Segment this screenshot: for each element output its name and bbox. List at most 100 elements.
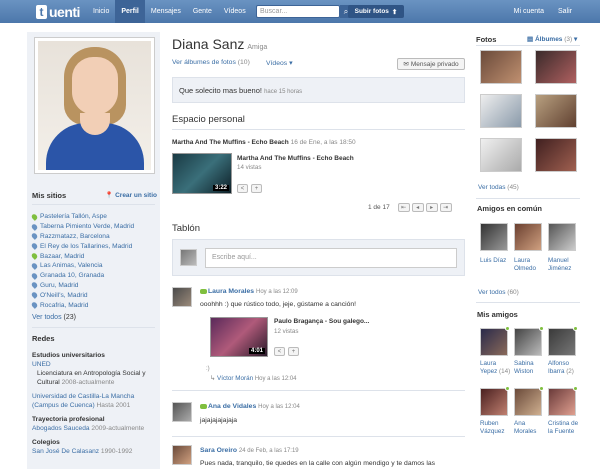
pin-icon: 📍 [105, 192, 114, 199]
post-author[interactable]: Laura Morales [208, 288, 254, 295]
avatar[interactable] [514, 388, 542, 416]
site-item[interactable]: O'Neill's, Madrid [30, 290, 157, 300]
pin-icon [30, 222, 39, 231]
friend-name[interactable]: Laura Yepez [480, 360, 497, 375]
upload-photos-button[interactable]: Subir fotos ⬆ [348, 5, 404, 18]
friend-name[interactable]: Ruben Vázquez [480, 420, 505, 435]
profile-name: Diana Sanz Amiga [172, 36, 268, 52]
logo-word: uenti [49, 3, 80, 20]
prev-page-button[interactable]: ◂ [411, 203, 424, 212]
reply-icon: ↳ [210, 375, 216, 382]
avatar[interactable] [548, 388, 576, 416]
avatar[interactable] [480, 223, 508, 251]
pin-icon [30, 232, 39, 241]
univ1-link[interactable]: UNED [32, 360, 157, 369]
site-item[interactable]: Taberna Pimiento Verde, Madrid [30, 222, 157, 232]
share-icon[interactable]: < [237, 184, 248, 193]
video-duration: 3:22 [212, 185, 229, 191]
sites-see-all[interactable]: Ver todos (23) [32, 314, 76, 321]
photo-thumbnail[interactable] [480, 50, 522, 84]
site-item[interactable]: Granada 10, Granada [30, 271, 157, 281]
board-input[interactable]: Escribe aquí... [205, 248, 457, 268]
logout-link[interactable]: Salir [558, 8, 572, 15]
avatar[interactable] [514, 328, 542, 356]
nav-mensajes[interactable]: Mensajes [145, 0, 187, 23]
photo-thumbnail[interactable] [480, 138, 522, 172]
pager-label: 1 de 17 [368, 204, 390, 211]
share-icon[interactable]: < [274, 347, 285, 356]
add-icon[interactable]: + [288, 347, 299, 356]
private-message-button[interactable]: ✉ Mensaje privado [397, 58, 465, 70]
post-text: Pues nada, tranquilo, tie quedes en la c… [200, 460, 436, 467]
post-author[interactable]: Ana de Vidales [208, 403, 256, 410]
profile-photo[interactable] [34, 37, 155, 174]
school1-link[interactable]: San José De Calasanz [32, 448, 99, 455]
friend-name[interactable]: Cristina de la Fuente [548, 420, 578, 435]
friend-name[interactable]: Manuel Jiménez [548, 257, 580, 273]
avatar[interactable] [548, 328, 576, 356]
first-page-button[interactable]: ⇤ [397, 203, 410, 212]
post-text: ooohhh :) que rústico todo, jeje, gústam… [200, 301, 357, 308]
albums-link[interactable]: Ver álbumes de fotos (10) [172, 59, 250, 66]
avatar[interactable] [514, 223, 542, 251]
post-header: Sara Oreiro 24 de Feb, a las 17:19 [200, 447, 299, 454]
my-account-link[interactable]: Mi cuenta [514, 8, 544, 15]
avatar[interactable] [172, 445, 192, 465]
post-author[interactable]: Sara Oreiro [200, 447, 237, 454]
site-item[interactable]: Rocafria, Madrid [30, 300, 157, 310]
avatar[interactable] [480, 328, 508, 356]
video-views: 14 vistas [237, 164, 262, 171]
next-page-button[interactable]: ▸ [425, 203, 438, 212]
albums-dropdown[interactable]: ▤ Álbumes (3) ▾ [527, 35, 577, 43]
pin-icon [30, 213, 39, 221]
photos-see-all[interactable]: Ver todas (45) [478, 184, 519, 191]
photo-thumbnail[interactable] [535, 94, 577, 128]
online-indicator-icon [505, 386, 510, 391]
logo-letter: t [36, 4, 47, 19]
nav-videos[interactable]: Vídeos [218, 0, 252, 23]
pin-icon [30, 281, 39, 290]
status-time: hace 15 horas [264, 89, 303, 95]
nav-inicio[interactable]: Inicio [87, 0, 115, 23]
avatar[interactable] [172, 402, 192, 422]
friend-count: (14) [497, 368, 511, 375]
my-sites-heading: Mis sitios [32, 191, 67, 200]
photo-thumbnail[interactable] [480, 94, 522, 128]
nav-perfil[interactable]: Perfil [115, 0, 145, 23]
site-item[interactable]: Bazaar, Madrid [30, 251, 157, 261]
online-indicator-icon [573, 326, 578, 331]
video-title[interactable]: Paulo Bragança - Sou galego... [274, 318, 369, 325]
common-friends-see-all[interactable]: Ver todos (60) [478, 289, 519, 296]
site-item[interactable]: El Rey de los Tallarines, Madrid [30, 241, 157, 251]
avatar[interactable] [480, 388, 508, 416]
last-page-button[interactable]: ⇥ [439, 203, 452, 212]
site-item[interactable]: Razzmatazz, Barcelona [30, 232, 157, 242]
create-site-link[interactable]: 📍 Crear un sitio [105, 191, 157, 200]
add-icon[interactable]: + [251, 184, 262, 193]
site-item[interactable]: Las Animas, Valencia [30, 261, 157, 271]
video-thumbnail[interactable]: 3:22 [172, 153, 232, 194]
friend-name[interactable]: Laura Olmedo [514, 257, 546, 273]
work1-link[interactable]: Abogados Sauceda [32, 425, 90, 432]
videos-dropdown[interactable]: Vídeos ▾ [266, 59, 292, 67]
nav-gente[interactable]: Gente [187, 0, 218, 23]
site-label: El Rey de los Tallarines, Madrid [40, 242, 133, 250]
friend-name[interactable]: Sabina Wiston [514, 360, 534, 375]
tuenti-logo[interactable]: t uenti [36, 3, 80, 20]
site-item[interactable]: Pastelería Tallón, Aspe [30, 212, 157, 222]
friend-name[interactable]: Luis Díaz [480, 257, 512, 265]
avatar[interactable] [548, 223, 576, 251]
friend-label: Laura Yepez (14) [480, 360, 513, 376]
site-item[interactable]: Guru, Madrid [30, 281, 157, 291]
video-title[interactable]: Martha And The Muffins - Echo Beach [237, 155, 354, 162]
chevron-down-icon: ▾ [574, 36, 578, 43]
my-friends-heading: Mis amigos [477, 310, 518, 319]
pager: 1 de 17 ⇤ ◂ ▸ ⇥ [368, 203, 452, 212]
search-input[interactable]: Buscar... [256, 5, 340, 18]
video-thumbnail[interactable]: 4:01 [210, 317, 268, 357]
avatar[interactable] [172, 287, 192, 307]
photo-thumbnail[interactable] [535, 138, 577, 172]
chat-icon [200, 288, 207, 294]
friend-name[interactable]: Ana Morales [514, 420, 536, 435]
photo-thumbnail[interactable] [535, 50, 577, 84]
